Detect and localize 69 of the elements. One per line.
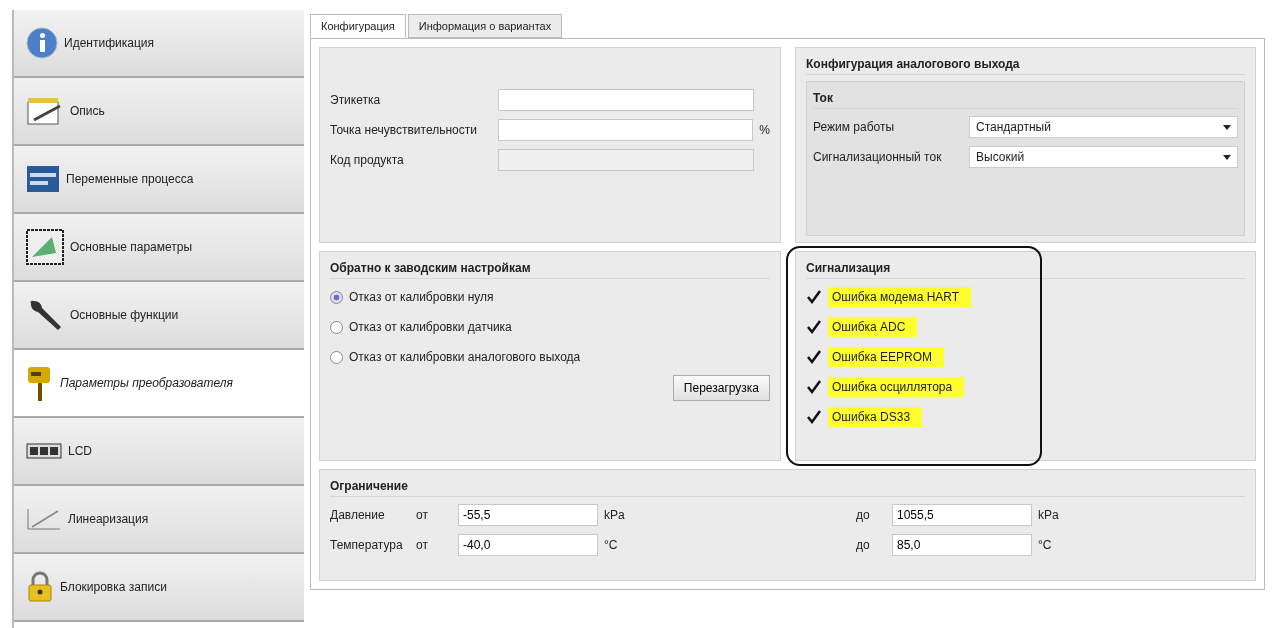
chart-icon: [26, 229, 64, 265]
text-field[interactable]: 85,0: [892, 534, 1032, 556]
field-label: Давление: [330, 508, 386, 522]
text-field[interactable]: [498, 89, 754, 111]
range-label: до: [856, 538, 871, 552]
field-label: Режим работы: [813, 120, 896, 134]
checkbox-label: Ошибка EEPROM: [828, 347, 945, 367]
dropdown-arrow-icon: [1223, 124, 1231, 130]
option-label: Отказ от калибровки аналогового выхода: [349, 350, 581, 364]
checkbox[interactable]: [806, 319, 822, 335]
range-label: от: [416, 538, 429, 552]
text-field[interactable]: -40,0: [458, 534, 598, 556]
unit-label: %: [759, 123, 770, 137]
checkbox[interactable]: [806, 349, 822, 365]
checkmark-icon: [806, 289, 822, 305]
panel-title: Ограничение: [330, 476, 1245, 497]
panel-title: Обратно к заводским настройкам: [330, 258, 770, 279]
text-field[interactable]: -55,5: [458, 504, 598, 526]
field-label: Температура: [330, 538, 404, 552]
range-label: до: [856, 508, 871, 522]
field-label: Сигнализационный ток: [813, 150, 943, 164]
field-label: Этикетка: [330, 93, 382, 107]
text-field[interactable]: [498, 119, 754, 141]
checkbox-label: Ошибка DS33: [828, 407, 923, 427]
sidebar-item[interactable]: Идентификация: [14, 10, 304, 78]
sidebar-item[interactable]: Переменные процесса: [14, 146, 304, 214]
monitor-icon: [26, 165, 60, 193]
unit-label: kPa: [604, 508, 626, 522]
option-label: Отказ от калибровки датчика: [349, 320, 512, 334]
radio-button[interactable]: [330, 350, 343, 364]
checkmark-icon: [806, 319, 822, 335]
panel-title: Конфигурация аналогового выхода: [806, 54, 1245, 75]
dropdown[interactable]: Высокий: [969, 146, 1238, 168]
panel-title: Сигнализация: [806, 258, 1245, 279]
radio-button[interactable]: [330, 290, 343, 304]
checkbox-label: Ошибка ADC: [828, 317, 918, 337]
unit-label: °C: [604, 538, 619, 552]
sidebar-item[interactable]: Линеаризация: [14, 486, 304, 554]
sidebar-item[interactable]: Основные функции: [14, 282, 304, 350]
checkmark-icon: [806, 349, 822, 365]
dropdown[interactable]: Стандартный: [969, 116, 1238, 138]
checkmark-icon: [806, 379, 822, 395]
line-graph-icon: [26, 507, 62, 531]
field-label: Код продукта: [330, 153, 405, 167]
tab[interactable]: Информация о вариантах: [407, 14, 563, 38]
unit-label: °C: [1038, 538, 1053, 552]
unit-label: kPa: [1038, 508, 1060, 522]
sidebar-item[interactable]: Блокировка записи: [14, 554, 304, 622]
sidebar-item[interactable]: Опись: [14, 78, 304, 146]
checkbox[interactable]: [806, 379, 822, 395]
checkbox[interactable]: [806, 289, 822, 305]
info-icon: [26, 27, 58, 59]
tab[interactable]: Конфигурация: [310, 14, 406, 38]
field-label: Точка нечувствительности: [330, 123, 478, 137]
sidebar-item[interactable]: LCD: [14, 418, 304, 486]
lock-icon: [26, 571, 54, 603]
range-label: от: [416, 508, 429, 522]
option-label: Отказ от калибровки нуля: [349, 290, 494, 304]
radio-button[interactable]: [330, 320, 343, 334]
display-icon: [26, 443, 62, 459]
dropdown-arrow-icon: [1223, 154, 1231, 160]
group-title: Ток: [813, 88, 1238, 109]
checkbox[interactable]: [806, 409, 822, 425]
text-field[interactable]: 1055,5: [892, 504, 1032, 526]
reboot-button[interactable]: Перезагрузка: [672, 375, 770, 401]
sidebar-item[interactable]: Основные параметры: [14, 214, 304, 282]
checkbox-label: Ошибка модема HART: [828, 287, 972, 307]
checkmark-icon: [806, 409, 822, 425]
checkbox-label: Ошибка осциллятора: [828, 377, 965, 397]
